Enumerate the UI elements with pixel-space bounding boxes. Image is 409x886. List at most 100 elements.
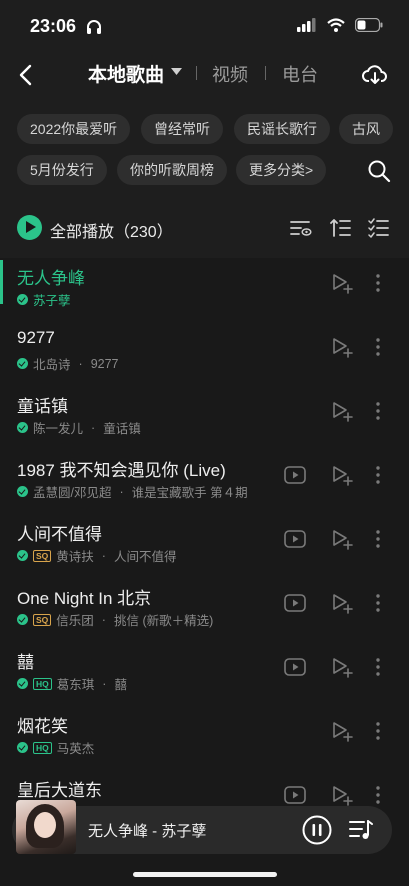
- signal-icon: [297, 18, 316, 32]
- video-icon[interactable]: [284, 466, 306, 484]
- search-icon[interactable]: [367, 159, 391, 183]
- mini-player[interactable]: 无人争峰 - 苏子孽: [12, 800, 392, 854]
- song-artist: 黄诗扶: [56, 550, 94, 564]
- song-album: 谁是宝藏歌手 第４期: [131, 486, 248, 500]
- more-options-icon[interactable]: [370, 400, 386, 422]
- chip-folk[interactable]: 民谣长歌行: [234, 114, 330, 144]
- tab-radio[interactable]: 电台: [282, 61, 318, 87]
- home-indicator: [133, 872, 277, 877]
- play-all-button[interactable]: 全部播放（230）: [50, 218, 173, 242]
- song-title: One Night In 北京: [17, 589, 152, 608]
- quality-badge: HQ: [33, 741, 52, 754]
- song-meta: SQ 信乐团 · 挑信 (新歌＋精选): [17, 610, 213, 629]
- downloaded-check-icon: [17, 550, 28, 561]
- song-title: 囍: [17, 653, 34, 672]
- nav-bar: 本地歌曲 视频 电台: [0, 54, 409, 96]
- chip-may-release[interactable]: 5月份发行: [17, 155, 107, 185]
- play-all-icon[interactable]: [17, 215, 42, 240]
- more-options-icon[interactable]: [370, 656, 386, 678]
- meta-separator: ·: [101, 548, 106, 563]
- song-meta: 北岛诗 · 9277: [17, 354, 119, 373]
- quality-badge: SQ: [33, 613, 52, 626]
- song-artist: 信乐团: [56, 614, 94, 628]
- sort-icon[interactable]: [330, 218, 352, 238]
- meta-separator: ·: [78, 356, 83, 371]
- album-cover[interactable]: [16, 800, 76, 854]
- song-title: 无人争峰: [17, 269, 85, 288]
- chip-weekly-chart[interactable]: 你的听歌周榜: [117, 155, 227, 185]
- downloaded-check-icon: [17, 742, 28, 753]
- status-time: 23:06: [30, 16, 77, 36]
- category-chips: 2022你最爱听 曾经常听 民谣长歌行 古风 5月份发行 你的听歌周榜 更多分类…: [0, 96, 409, 196]
- song-row[interactable]: 1987 我不知会遇见你 (Live) 孟慧圆/邓见超 · 谁是宝藏歌手 第４期: [0, 450, 409, 514]
- song-row[interactable]: 烟花笑 HQ 马英杰: [0, 706, 409, 770]
- song-meta: HQ 葛东琪 · 囍: [17, 674, 127, 693]
- more-options-icon[interactable]: [370, 784, 386, 806]
- play-next-icon[interactable]: [331, 784, 353, 806]
- nav-divider: [265, 66, 266, 80]
- tab-video[interactable]: 视频: [212, 61, 248, 87]
- song-artist: 陈一发儿: [33, 422, 84, 436]
- video-icon[interactable]: [284, 594, 306, 612]
- song-list: 无人争峰 苏子孽 9277 北岛诗 · 9277 童话镇 陈一发儿 · 童话镇 1987 我不知会遇…: [0, 258, 409, 808]
- song-row[interactable]: 童话镇 陈一发儿 · 童话镇: [0, 386, 409, 450]
- playlist-icon[interactable]: [348, 818, 374, 842]
- headphones-icon: [87, 20, 101, 34]
- song-meta: 孟慧圆/邓见超 · 谁是宝藏歌手 第４期: [17, 482, 248, 501]
- play-next-icon[interactable]: [331, 656, 353, 678]
- video-icon[interactable]: [284, 786, 306, 804]
- play-next-icon[interactable]: [331, 336, 353, 358]
- song-title: 9277: [17, 328, 55, 347]
- chip-ancient-style[interactable]: 古风: [339, 114, 393, 144]
- pause-button[interactable]: [302, 815, 332, 845]
- battery-icon: [355, 18, 383, 32]
- song-meta: HQ 马英杰: [17, 738, 94, 757]
- cloud-download-icon[interactable]: [361, 62, 389, 88]
- video-icon[interactable]: [284, 658, 306, 676]
- chip-often-played[interactable]: 曾经常听: [141, 114, 223, 144]
- song-row[interactable]: 无人争峰 苏子孽: [0, 258, 409, 322]
- song-row[interactable]: 9277 北岛诗 · 9277: [0, 322, 409, 386]
- song-meta: 陈一发儿 · 童话镇: [17, 418, 141, 437]
- more-options-icon[interactable]: [370, 592, 386, 614]
- song-artist: 苏子孽: [33, 294, 71, 308]
- downloaded-check-icon: [17, 486, 28, 497]
- play-next-icon[interactable]: [331, 592, 353, 614]
- status-bar: 23:06: [0, 0, 409, 54]
- more-options-icon[interactable]: [370, 272, 386, 294]
- downloaded-check-icon: [17, 294, 28, 305]
- status-icons: [297, 18, 383, 32]
- song-album: 囍: [114, 678, 127, 692]
- song-album: 人间不值得: [113, 550, 177, 564]
- multi-select-icon[interactable]: [368, 218, 390, 238]
- play-next-icon[interactable]: [331, 464, 353, 486]
- play-next-icon[interactable]: [331, 272, 353, 294]
- back-button[interactable]: [14, 62, 40, 88]
- song-artist: 孟慧圆/邓见超: [33, 486, 112, 500]
- more-options-icon[interactable]: [370, 528, 386, 550]
- play-next-icon[interactable]: [331, 528, 353, 550]
- play-next-icon[interactable]: [331, 720, 353, 742]
- chevron-down-icon[interactable]: [171, 68, 182, 76]
- more-options-icon[interactable]: [370, 336, 386, 358]
- song-title: 1987 我不知会遇见你 (Live): [17, 461, 226, 480]
- song-row[interactable]: 人间不值得 SQ 黄诗扶 · 人间不值得: [0, 514, 409, 578]
- song-row[interactable]: 囍 HQ 葛东琪 · 囍: [0, 642, 409, 706]
- page-title[interactable]: 本地歌曲: [88, 60, 164, 87]
- song-row[interactable]: One Night In 北京 SQ 信乐团 · 挑信 (新歌＋精选): [0, 578, 409, 642]
- now-playing-title[interactable]: 无人争峰 - 苏子孽: [88, 820, 206, 841]
- quality-badge: SQ: [33, 549, 52, 562]
- downloaded-check-icon: [17, 422, 28, 433]
- more-options-icon[interactable]: [370, 720, 386, 742]
- downloaded-check-icon: [17, 678, 28, 689]
- video-icon[interactable]: [284, 530, 306, 548]
- more-options-icon[interactable]: [370, 464, 386, 486]
- play-next-icon[interactable]: [331, 400, 353, 422]
- filter-view-icon[interactable]: [290, 218, 312, 238]
- song-album: 9277: [90, 356, 119, 371]
- play-all-bar: 全部播放（230）: [0, 196, 409, 258]
- chip-more-categories[interactable]: 更多分类>: [236, 155, 327, 185]
- downloaded-check-icon: [17, 358, 28, 369]
- chip-2022-favorites[interactable]: 2022你最爱听: [17, 114, 131, 144]
- quality-badge: HQ: [33, 677, 52, 690]
